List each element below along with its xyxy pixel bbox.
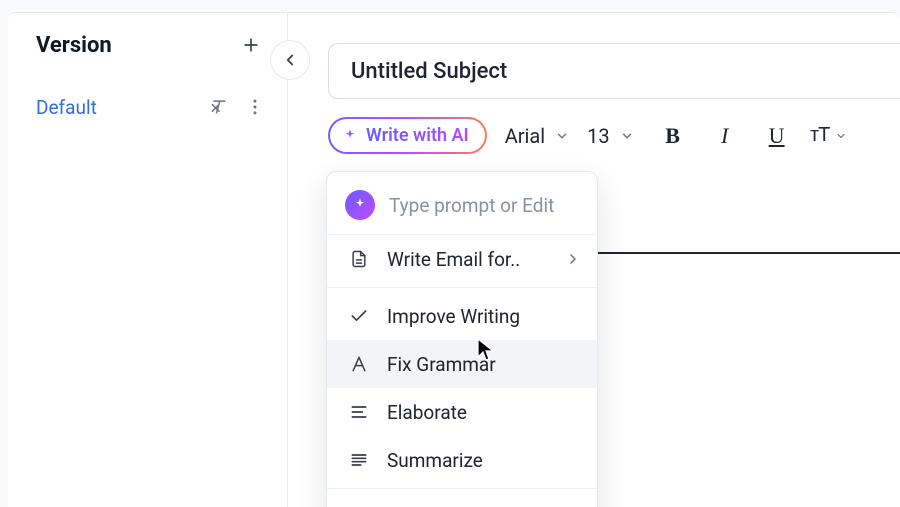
list-icon [347, 448, 371, 472]
ai-item-label: Write Email for.. [387, 248, 549, 271]
more-vertical-icon [245, 97, 265, 117]
sidebar-title: Version [36, 33, 112, 58]
italic-button[interactable]: I [710, 121, 740, 151]
ai-item-label: Summarize [387, 449, 581, 472]
document-icon [347, 247, 371, 271]
clear-formatting-button[interactable] [205, 93, 233, 121]
collapse-sidebar-button[interactable] [270, 40, 310, 80]
ai-item-summarize[interactable]: Summarize [327, 436, 597, 484]
subject-value: Untitled Subject [351, 59, 507, 84]
text-size-label: тT [810, 124, 829, 147]
ai-item-translate[interactable]: Aa Translate [327, 493, 597, 507]
font-family-select[interactable]: Arial [505, 124, 569, 148]
chevron-left-icon [281, 51, 299, 69]
sidebar-item-default[interactable]: Default [8, 69, 287, 131]
sparkle-icon [342, 128, 358, 144]
ai-prompt-placeholder: Type prompt or Edit [389, 194, 554, 217]
ai-item-write-email[interactable]: Write Email for.. [327, 235, 597, 283]
check-icon [347, 304, 371, 328]
chevron-down-icon [555, 129, 569, 143]
write-with-ai-button[interactable]: Write with AI [328, 117, 487, 154]
bold-button[interactable]: B [658, 121, 688, 151]
subject-input[interactable]: Untitled Subject [328, 43, 900, 99]
letter-a-icon [347, 352, 371, 376]
clear-formatting-icon [209, 97, 229, 117]
sidebar-item-label: Default [36, 96, 197, 119]
ai-item-improve-writing[interactable]: Improve Writing [327, 292, 597, 340]
align-left-icon [347, 400, 371, 424]
underline-button[interactable]: U [762, 121, 792, 151]
plus-icon [241, 35, 261, 55]
write-with-ai-label: Write with AI [366, 125, 469, 146]
ai-item-label: Improve Writing [387, 305, 581, 328]
versions-sidebar: Version Default [8, 12, 288, 507]
text-size-button[interactable]: тT [814, 121, 844, 151]
ai-item-label: Elaborate [387, 401, 581, 424]
chevron-right-icon [565, 251, 581, 267]
font-family-value: Arial [505, 124, 545, 148]
ai-item-fix-grammar[interactable]: Fix Grammar [327, 340, 597, 388]
chevron-down-icon [835, 129, 847, 143]
font-size-select[interactable]: 13 [587, 124, 633, 148]
editor-pane: Untitled Subject Write with AI Arial 13 [288, 12, 900, 507]
ai-item-label: Fix Grammar [387, 353, 581, 376]
sparkle-badge-icon [345, 190, 375, 220]
font-size-value: 13 [587, 124, 609, 148]
editor-toolbar: Write with AI Arial 13 B I U тT [328, 117, 900, 154]
more-options-button[interactable] [241, 93, 269, 121]
ai-item-elaborate[interactable]: Elaborate [327, 388, 597, 436]
ai-prompt-input[interactable]: Type prompt or Edit [327, 178, 597, 235]
chevron-down-icon [620, 129, 634, 143]
ai-menu: Type prompt or Edit Write Email for.. Im… [326, 171, 598, 507]
add-version-button[interactable] [237, 31, 265, 59]
